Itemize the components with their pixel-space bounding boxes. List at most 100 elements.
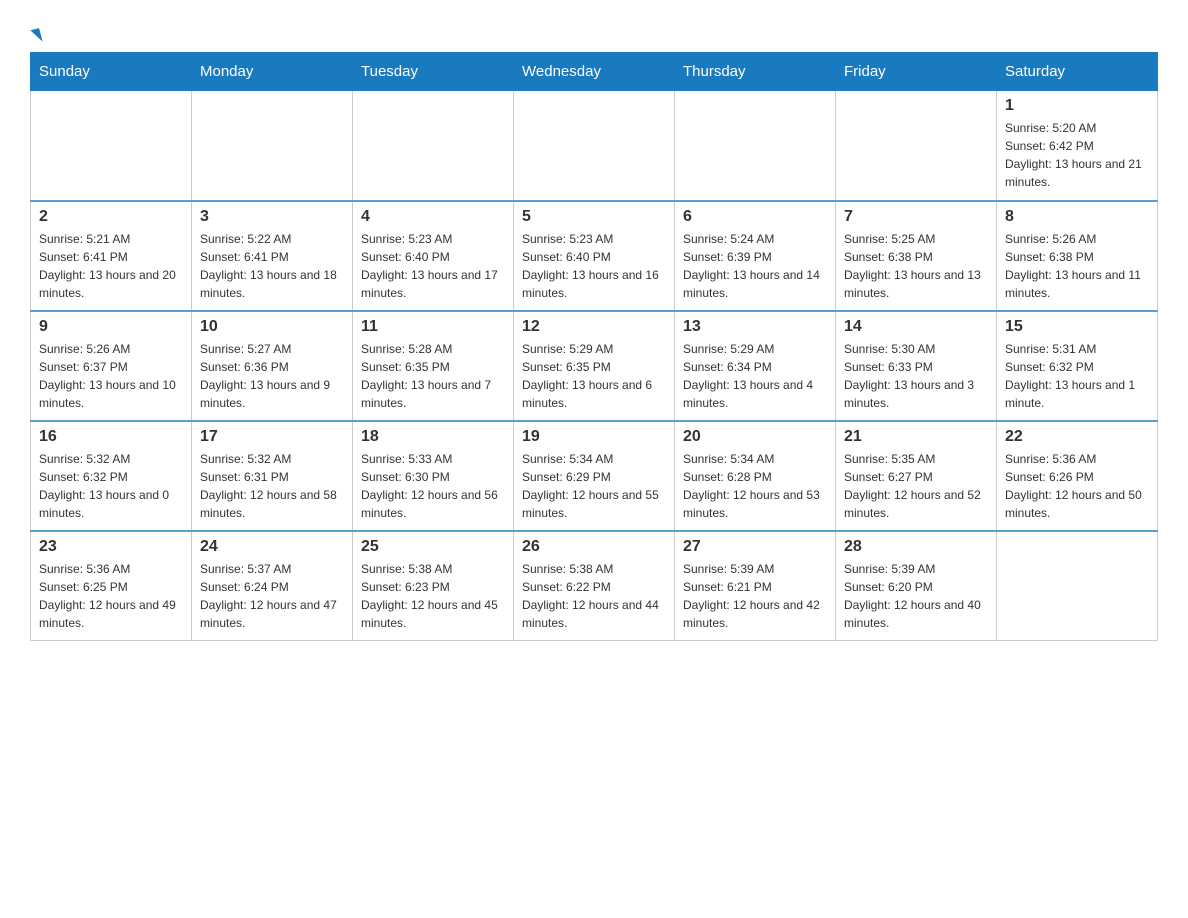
calendar-cell-3-2: 10 Sunrise: 5:27 AM Sunset: 6:36 PM Dayli…: [192, 311, 353, 421]
day-info: Sunrise: 5:37 AM Sunset: 6:24 PM Dayligh…: [200, 560, 344, 632]
day-number: 2: [39, 208, 183, 226]
day-info: Sunrise: 5:28 AM Sunset: 6:35 PM Dayligh…: [361, 340, 505, 412]
calendar-cell-3-3: 11 Sunrise: 5:28 AM Sunset: 6:35 PM Dayli…: [353, 311, 514, 421]
day-info: Sunrise: 5:24 AM Sunset: 6:39 PM Dayligh…: [683, 230, 827, 302]
day-number: 18: [361, 428, 505, 446]
day-number: 27: [683, 538, 827, 556]
calendar-cell-1-6: [836, 91, 997, 201]
weekday-header-sunday: Sunday: [31, 53, 192, 91]
week-row-1: 1 Sunrise: 5:20 AM Sunset: 6:42 PM Daylig…: [31, 91, 1158, 201]
day-info: Sunrise: 5:34 AM Sunset: 6:28 PM Dayligh…: [683, 450, 827, 522]
calendar-cell-4-7: 22 Sunrise: 5:36 AM Sunset: 6:26 PM Dayli…: [997, 421, 1158, 531]
calendar-cell-3-7: 15 Sunrise: 5:31 AM Sunset: 6:32 PM Dayli…: [997, 311, 1158, 421]
day-info: Sunrise: 5:39 AM Sunset: 6:20 PM Dayligh…: [844, 560, 988, 632]
day-number: 6: [683, 208, 827, 226]
day-info: Sunrise: 5:20 AM Sunset: 6:42 PM Dayligh…: [1005, 119, 1149, 191]
day-number: 4: [361, 208, 505, 226]
day-number: 15: [1005, 318, 1149, 336]
day-number: 5: [522, 208, 666, 226]
calendar-cell-1-4: [514, 91, 675, 201]
day-number: 26: [522, 538, 666, 556]
weekday-header-monday: Monday: [192, 53, 353, 91]
day-info: Sunrise: 5:36 AM Sunset: 6:26 PM Dayligh…: [1005, 450, 1149, 522]
calendar-cell-2-2: 3 Sunrise: 5:22 AM Sunset: 6:41 PM Daylig…: [192, 201, 353, 311]
day-number: 21: [844, 428, 988, 446]
calendar-cell-4-6: 21 Sunrise: 5:35 AM Sunset: 6:27 PM Dayli…: [836, 421, 997, 531]
day-number: 8: [1005, 208, 1149, 226]
day-info: Sunrise: 5:21 AM Sunset: 6:41 PM Dayligh…: [39, 230, 183, 302]
day-number: 22: [1005, 428, 1149, 446]
day-number: 9: [39, 318, 183, 336]
day-number: 12: [522, 318, 666, 336]
calendar-cell-4-5: 20 Sunrise: 5:34 AM Sunset: 6:28 PM Dayli…: [675, 421, 836, 531]
calendar-cell-5-2: 24 Sunrise: 5:37 AM Sunset: 6:24 PM Dayli…: [192, 531, 353, 641]
calendar-cell-5-5: 27 Sunrise: 5:39 AM Sunset: 6:21 PM Dayli…: [675, 531, 836, 641]
calendar-cell-1-2: [192, 91, 353, 201]
day-info: Sunrise: 5:27 AM Sunset: 6:36 PM Dayligh…: [200, 340, 344, 412]
day-info: Sunrise: 5:33 AM Sunset: 6:30 PM Dayligh…: [361, 450, 505, 522]
day-info: Sunrise: 5:26 AM Sunset: 6:38 PM Dayligh…: [1005, 230, 1149, 302]
calendar-cell-1-1: [31, 91, 192, 201]
weekday-header-friday: Friday: [836, 53, 997, 91]
day-number: 16: [39, 428, 183, 446]
day-number: 7: [844, 208, 988, 226]
weekday-header-wednesday: Wednesday: [514, 53, 675, 91]
day-info: Sunrise: 5:31 AM Sunset: 6:32 PM Dayligh…: [1005, 340, 1149, 412]
calendar-cell-4-2: 17Sunrise: 5:32 AM Sunset: 6:31 PM Dayli…: [192, 421, 353, 531]
calendar-cell-1-7: 1 Sunrise: 5:20 AM Sunset: 6:42 PM Daylig…: [997, 91, 1158, 201]
calendar-cell-2-7: 8 Sunrise: 5:26 AM Sunset: 6:38 PM Daylig…: [997, 201, 1158, 311]
calendar-cell-4-4: 19Sunrise: 5:34 AM Sunset: 6:29 PM Dayli…: [514, 421, 675, 531]
calendar-table: SundayMondayTuesdayWednesdayThursdayFrid…: [30, 52, 1158, 641]
calendar-cell-2-3: 4 Sunrise: 5:23 AM Sunset: 6:40 PM Daylig…: [353, 201, 514, 311]
day-number: 23: [39, 538, 183, 556]
weekday-header-row: SundayMondayTuesdayWednesdayThursdayFrid…: [31, 53, 1158, 91]
logo-line1: [30, 20, 41, 46]
logo-arrow-icon: [30, 28, 42, 44]
day-number: 10: [200, 318, 344, 336]
day-number: 17: [200, 428, 344, 446]
weekday-header-tuesday: Tuesday: [353, 53, 514, 91]
calendar-cell-5-7: [997, 531, 1158, 641]
calendar-cell-3-6: 14Sunrise: 5:30 AM Sunset: 6:33 PM Dayli…: [836, 311, 997, 421]
day-info: Sunrise: 5:39 AM Sunset: 6:21 PM Dayligh…: [683, 560, 827, 632]
day-info: Sunrise: 5:29 AM Sunset: 6:35 PM Dayligh…: [522, 340, 666, 412]
day-number: 11: [361, 318, 505, 336]
calendar-cell-1-5: [675, 91, 836, 201]
day-info: Sunrise: 5:38 AM Sunset: 6:22 PM Dayligh…: [522, 560, 666, 632]
day-number: 24: [200, 538, 344, 556]
calendar-cell-5-6: 28 Sunrise: 5:39 AM Sunset: 6:20 PM Dayli…: [836, 531, 997, 641]
day-number: 28: [844, 538, 988, 556]
day-info: Sunrise: 5:32 AM Sunset: 6:32 PM Dayligh…: [39, 450, 183, 522]
day-number: 13: [683, 318, 827, 336]
calendar-cell-5-3: 25 Sunrise: 5:38 AM Sunset: 6:23 PM Dayli…: [353, 531, 514, 641]
week-row-4: 16 Sunrise: 5:32 AM Sunset: 6:32 PM Dayli…: [31, 421, 1158, 531]
calendar-cell-5-4: 26 Sunrise: 5:38 AM Sunset: 6:22 PM Dayli…: [514, 531, 675, 641]
day-number: 3: [200, 208, 344, 226]
day-info: Sunrise: 5:23 AM Sunset: 6:40 PM Dayligh…: [361, 230, 505, 302]
weekday-header-saturday: Saturday: [997, 53, 1158, 91]
calendar-cell-5-1: 23 Sunrise: 5:36 AM Sunset: 6:25 PM Dayli…: [31, 531, 192, 641]
week-row-5: 23 Sunrise: 5:36 AM Sunset: 6:25 PM Dayli…: [31, 531, 1158, 641]
day-info: Sunrise: 5:29 AM Sunset: 6:34 PM Dayligh…: [683, 340, 827, 412]
day-number: 20: [683, 428, 827, 446]
day-info: Sunrise: 5:35 AM Sunset: 6:27 PM Dayligh…: [844, 450, 988, 522]
day-info: Sunrise: 5:38 AM Sunset: 6:23 PM Dayligh…: [361, 560, 505, 632]
day-info: Sunrise: 5:23 AM Sunset: 6:40 PM Dayligh…: [522, 230, 666, 302]
day-number: 1: [1005, 97, 1149, 115]
week-row-3: 9 Sunrise: 5:26 AM Sunset: 6:37 PM Daylig…: [31, 311, 1158, 421]
calendar-cell-1-3: [353, 91, 514, 201]
calendar-cell-3-5: 13 Sunrise: 5:29 AM Sunset: 6:34 PM Dayli…: [675, 311, 836, 421]
calendar-cell-4-1: 16 Sunrise: 5:32 AM Sunset: 6:32 PM Dayli…: [31, 421, 192, 531]
calendar-cell-3-1: 9 Sunrise: 5:26 AM Sunset: 6:37 PM Daylig…: [31, 311, 192, 421]
logo: [30, 20, 41, 42]
day-info: Sunrise: 5:26 AM Sunset: 6:37 PM Dayligh…: [39, 340, 183, 412]
page-header: [30, 20, 1158, 42]
day-number: 14: [844, 318, 988, 336]
day-info: Sunrise: 5:36 AM Sunset: 6:25 PM Dayligh…: [39, 560, 183, 632]
week-row-2: 2 Sunrise: 5:21 AM Sunset: 6:41 PM Daylig…: [31, 201, 1158, 311]
calendar-cell-2-1: 2 Sunrise: 5:21 AM Sunset: 6:41 PM Daylig…: [31, 201, 192, 311]
calendar-cell-2-5: 6 Sunrise: 5:24 AM Sunset: 6:39 PM Daylig…: [675, 201, 836, 311]
calendar-cell-2-6: 7Sunrise: 5:25 AM Sunset: 6:38 PM Daylig…: [836, 201, 997, 311]
day-info: Sunrise: 5:22 AM Sunset: 6:41 PM Dayligh…: [200, 230, 344, 302]
day-number: 25: [361, 538, 505, 556]
